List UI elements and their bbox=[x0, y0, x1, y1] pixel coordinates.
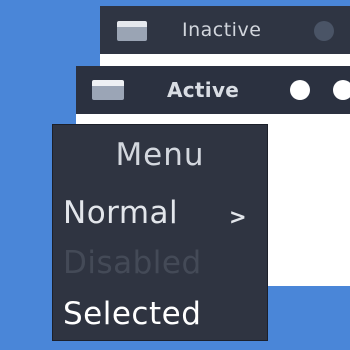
window-app-icon[interactable] bbox=[117, 21, 147, 41]
inactive-window-title: Inactive bbox=[182, 19, 262, 41]
chevron-right-icon: > bbox=[229, 205, 247, 229]
inactive-window-titlebar[interactable]: Inactive bbox=[100, 6, 350, 54]
window-button-icon[interactable] bbox=[333, 80, 350, 100]
window-button-icon[interactable] bbox=[290, 80, 310, 100]
menu-item-disabled: Disabled bbox=[63, 245, 202, 281]
desktop: Inactive Active Menu Normal > Disabled S… bbox=[0, 0, 350, 350]
menu-item-selected[interactable]: Selected bbox=[63, 296, 201, 332]
menu-title: Menu bbox=[115, 137, 205, 173]
active-window-title: Active bbox=[167, 78, 240, 102]
menu-item-normal[interactable]: Normal bbox=[63, 195, 178, 231]
window-button-icon[interactable] bbox=[314, 21, 334, 41]
window-app-icon[interactable] bbox=[92, 80, 124, 100]
active-window-titlebar[interactable]: Active bbox=[76, 66, 350, 114]
context-menu: Menu Normal > Disabled Selected bbox=[52, 124, 268, 341]
